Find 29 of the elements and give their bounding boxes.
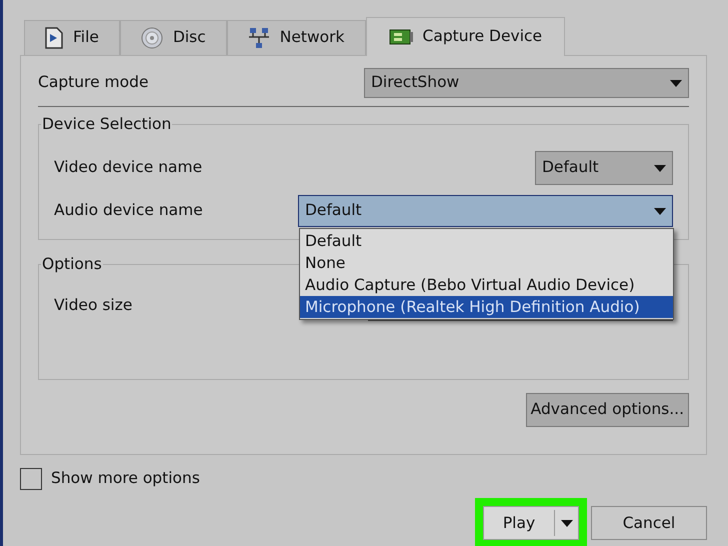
cancel-button[interactable]: Cancel <box>591 506 707 540</box>
show-more-options-label: Show more options <box>51 468 200 489</box>
capture-mode-dropdown[interactable]: DirectShow <box>364 68 689 98</box>
advanced-options-button[interactable]: Advanced options... <box>526 393 689 427</box>
play-button[interactable]: Play <box>483 506 579 540</box>
tab[interactable]: File <box>24 20 120 55</box>
audio-device-label: Audio device name <box>54 200 203 222</box>
video-size-label: Video size <box>54 295 132 316</box>
network-icon <box>248 27 270 49</box>
caret-icon <box>560 520 572 527</box>
group-title: Options <box>41 254 103 274</box>
tab[interactable]: Network <box>226 20 366 55</box>
dropdown-option[interactable]: None <box>300 252 673 274</box>
dropdown-option[interactable]: Default <box>300 230 673 252</box>
tab[interactable]: Capture Device <box>366 17 566 56</box>
tab[interactable]: Disc <box>120 20 227 55</box>
caret-icon <box>654 164 666 172</box>
caret-icon <box>670 80 682 86</box>
capture-mode-label: Capture mode <box>38 72 149 94</box>
disc-icon <box>140 27 163 49</box>
capture-card-icon <box>388 27 412 47</box>
caret-icon <box>654 208 666 214</box>
audio-device-dropdown[interactable]: Default <box>298 195 673 227</box>
file-icon <box>45 27 63 49</box>
video-device-dropdown[interactable]: Default <box>535 151 673 185</box>
video-device-label: Video device name <box>54 157 202 178</box>
dropdown-option[interactable]: Microphone (Realtek High Definition Audio) <box>300 296 673 318</box>
dropdown-option[interactable]: Audio Capture (Bebo Virtual Audio Device) <box>300 274 673 296</box>
checkbox[interactable] <box>20 468 42 490</box>
